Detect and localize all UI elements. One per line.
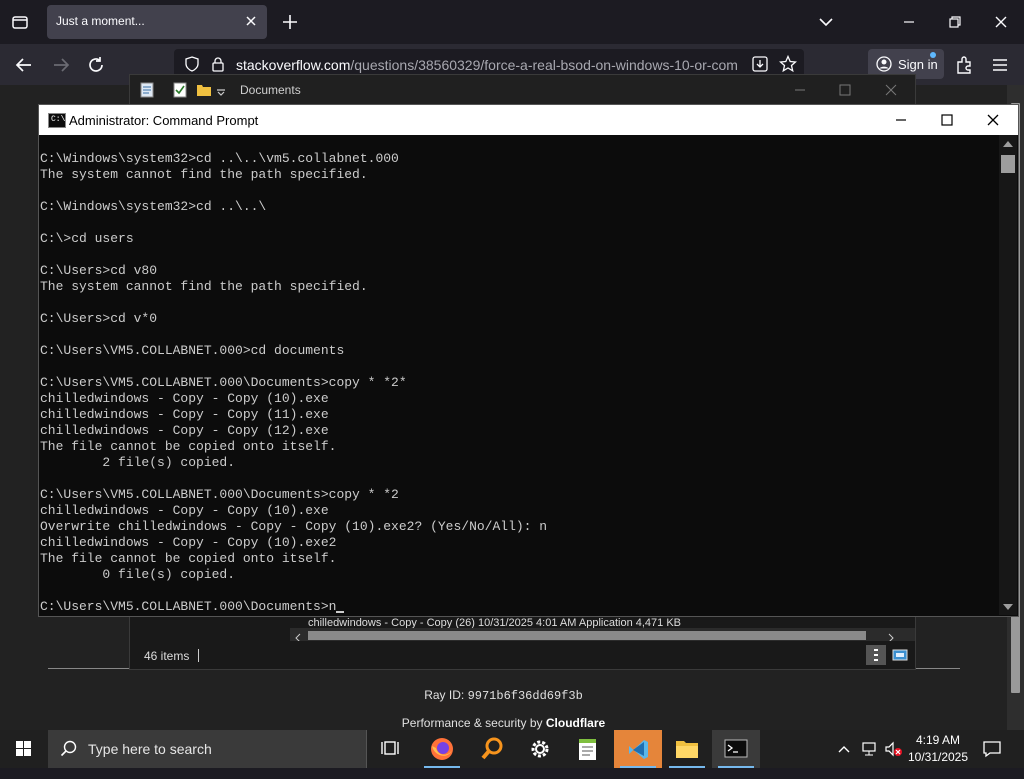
quick-access-chevron-icon[interactable]	[216, 84, 226, 102]
command-prompt-icon[interactable]	[712, 730, 760, 768]
scroll-down-icon[interactable]	[1003, 604, 1013, 610]
explorer-minimize-icon[interactable]	[792, 82, 808, 98]
explorer-close-icon[interactable]	[883, 82, 899, 98]
reload-icon[interactable]	[85, 54, 107, 76]
notepad-icon[interactable]	[564, 730, 612, 768]
close-icon[interactable]	[989, 10, 1013, 34]
console-line: chilledwindows - Copy - Copy (10).exe2	[40, 535, 337, 550]
explorer-title-bar[interactable]: Documents	[130, 75, 915, 105]
extensions-icon[interactable]	[953, 54, 975, 76]
file-explorer-icon[interactable]	[663, 730, 711, 768]
cmd-title: Administrator: Command Prompt	[69, 113, 259, 128]
console-line: The system cannot find the path specifie…	[40, 167, 368, 182]
large-icons-view-icon[interactable]	[890, 645, 910, 665]
back-icon[interactable]	[13, 54, 35, 76]
console-line: chilledwindows - Copy - Copy (10).exe	[40, 503, 329, 518]
console-line: C:\Users\VM5.COLLABNET.000\Documents>n	[40, 599, 337, 614]
visual-studio-icon[interactable]	[614, 730, 662, 768]
console-line: C:\>cd users	[40, 231, 134, 246]
scroll-up-icon[interactable]	[1003, 141, 1013, 147]
checkmark-icon[interactable]	[173, 82, 187, 103]
ray-id: Ray ID: 9971b6f36dd69f3b	[0, 688, 1007, 703]
cmd-close-icon[interactable]	[970, 105, 1016, 135]
cmd-scroll-thumb[interactable]	[1001, 155, 1015, 173]
console-line: The file cannot be copied onto itself.	[40, 439, 337, 454]
cmd-title-bar[interactable]: C:\ Administrator: Command Prompt	[39, 105, 1018, 135]
item-count: 46 items	[144, 649, 190, 663]
clock-date[interactable]: 10/31/2025	[903, 750, 973, 764]
cmd-vertical-scrollbar[interactable]	[999, 135, 1017, 615]
console-line: chilledwindows - Copy - Copy (12).exe	[40, 423, 329, 438]
console-line: chilledwindows - Copy - Copy (11).exe	[40, 407, 329, 422]
ray-label: Ray ID:	[424, 688, 465, 702]
tray-chevron-up-icon[interactable]	[836, 741, 852, 779]
notification-center-icon[interactable]	[982, 740, 1002, 778]
console-line: C:\Windows\system32>cd ..\..\vm5.collabn…	[40, 151, 399, 166]
cmd-minimize-icon[interactable]	[878, 105, 924, 135]
console-line: chilledwindows - Copy - Copy (10).exe	[40, 391, 329, 406]
console-line: The file cannot be copied onto itself.	[40, 551, 337, 566]
explorer-status-bar: 46 items	[130, 641, 915, 669]
cmd-app-icon: C:\	[48, 113, 66, 128]
console-line: C:\Users\VM5.COLLABNET.000\Documents>cop…	[40, 487, 399, 502]
console-line: C:\Users\VM5.COLLABNET.000\Documents>cop…	[40, 375, 407, 390]
status-separator	[198, 649, 199, 662]
close-tab-icon[interactable]	[243, 13, 259, 29]
hamburger-menu-icon[interactable]	[989, 54, 1011, 76]
clock-time[interactable]: 4:19 AM	[903, 733, 973, 747]
url-domain: stackoverflow.com	[236, 57, 351, 73]
console-output[interactable]: C:\Windows\system32>cd ..\..\vm5.collabn…	[40, 151, 998, 616]
explorer-scroll-thumb[interactable]	[308, 631, 866, 640]
details-view-icon[interactable]	[866, 645, 886, 665]
volume-muted-icon[interactable]	[884, 741, 904, 779]
browser-tab[interactable]: Just a moment...	[47, 5, 267, 39]
notification-dot	[930, 52, 936, 58]
console-line: C:\Users>cd v*0	[40, 311, 158, 326]
task-view-icon[interactable]	[368, 730, 416, 768]
cloudflare-link[interactable]: Cloudflare	[546, 716, 605, 730]
url-path: /questions/38560329/force-a-real-bsod-on…	[350, 57, 738, 73]
new-tab-icon[interactable]	[280, 12, 300, 32]
folder-icon	[196, 82, 212, 103]
console-line: C:\Users>cd v80	[40, 263, 158, 278]
console-line: Overwrite chilledwindows - Copy - Copy (…	[40, 519, 548, 534]
properties-icon[interactable]	[140, 82, 154, 103]
taskbar-search-box[interactable]: Type here to search	[48, 730, 367, 768]
firefox-icon[interactable]	[418, 730, 466, 768]
cmd-maximize-icon[interactable]	[924, 105, 970, 135]
explorer-maximize-icon[interactable]	[837, 82, 853, 98]
console-line: 0 file(s) copied.	[40, 567, 236, 582]
windows-start-icon[interactable]	[0, 730, 48, 768]
taskbar: Type here to search 4:19 AM 10/31/2025	[0, 730, 1024, 768]
console-line: C:\Windows\system32>cd ..\..\	[40, 199, 267, 214]
minimize-icon[interactable]	[897, 10, 921, 34]
console-line: C:\Users\VM5.COLLABNET.000>cd documents	[40, 343, 345, 358]
tab-title: Just a moment...	[56, 14, 145, 28]
performance-footer: Performance & security by Cloudflare	[0, 716, 1007, 730]
tab-list-icon[interactable]	[10, 12, 30, 32]
search-icon	[60, 740, 78, 763]
console-line: The system cannot find the path specifie…	[40, 279, 368, 294]
command-prompt-window: C:\ Administrator: Command Prompt C:\Win…	[38, 104, 1019, 617]
search-app-icon[interactable]	[468, 730, 516, 768]
network-icon[interactable]	[861, 741, 879, 779]
explorer-title: Documents	[240, 83, 301, 97]
ray-id-value: 9971b6f36dd69f3b	[467, 689, 583, 703]
explorer-horizontal-scrollbar[interactable]	[290, 628, 915, 643]
settings-icon[interactable]	[516, 730, 564, 768]
perf-prefix: Performance & security by	[401, 716, 543, 730]
restore-icon[interactable]	[943, 10, 967, 34]
browser-tab-bar: Just a moment...	[0, 0, 1024, 44]
sign-in-label: Sign in	[898, 57, 938, 72]
url-text: stackoverflow.com/questions/38560329/for…	[236, 57, 744, 73]
console-line: 2 file(s) copied.	[40, 455, 236, 470]
search-placeholder: Type here to search	[88, 741, 212, 757]
text-cursor	[336, 611, 345, 613]
forward-icon[interactable]	[50, 54, 72, 76]
chevron-down-icon[interactable]	[814, 10, 838, 34]
